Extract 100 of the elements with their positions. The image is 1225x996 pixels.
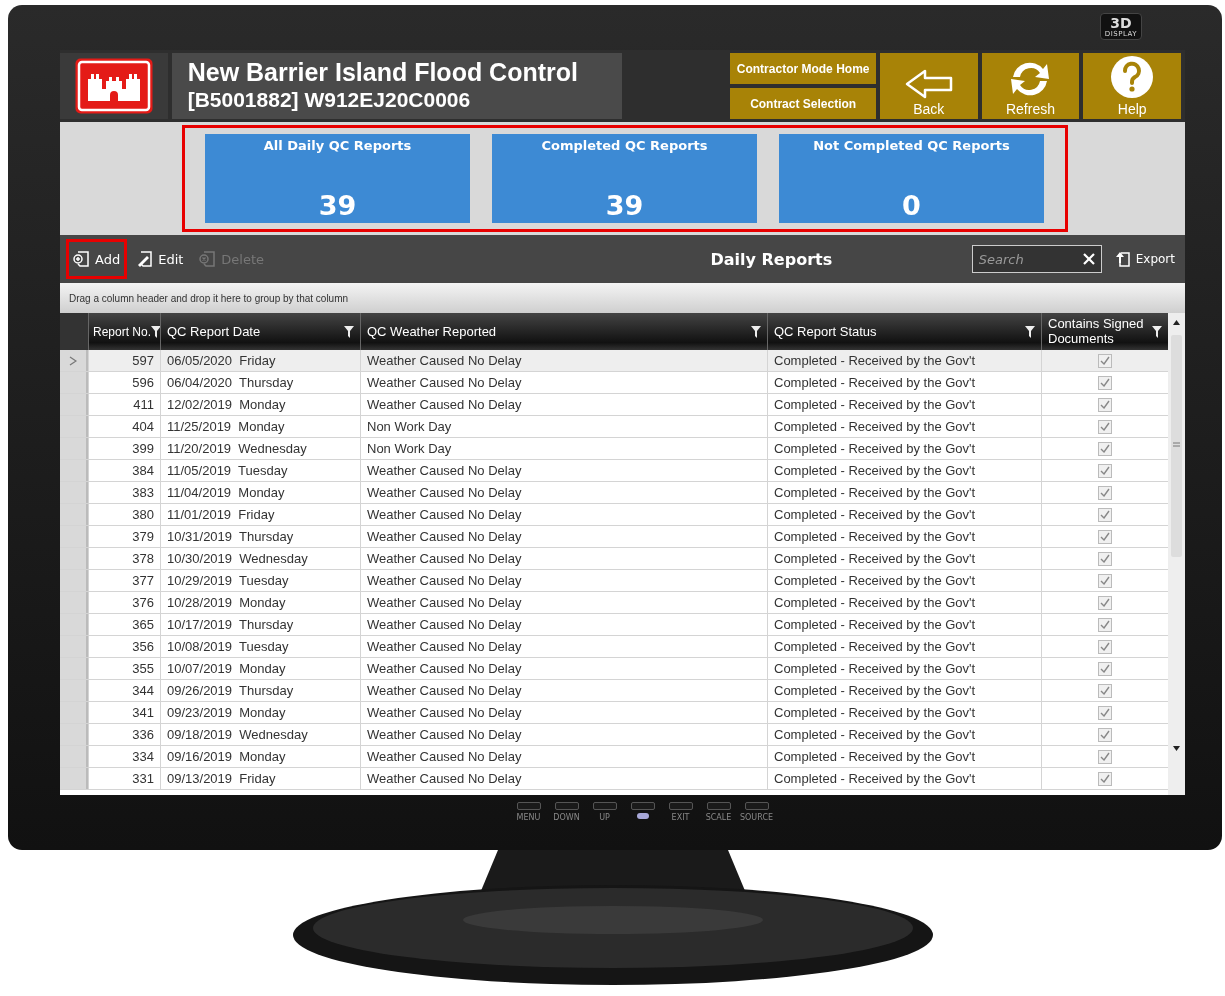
- table-cell: Weather Caused No Delay: [360, 636, 767, 657]
- scrollbar[interactable]: [1168, 313, 1185, 795]
- table-cell: Weather Caused No Delay: [360, 394, 767, 415]
- help-button[interactable]: Help: [1083, 53, 1182, 119]
- filter-icon[interactable]: [151, 325, 162, 338]
- summary-card[interactable]: All Daily QC Reports 39: [205, 134, 470, 223]
- table-cell: 11/01/2019 Friday: [160, 504, 360, 525]
- table-cell: 12/02/2019 Monday: [160, 394, 360, 415]
- table-cell: 341: [88, 702, 160, 723]
- table-row[interactable]: 383 11/04/2019 Monday Weather Caused No Delay Completed - Received by the Gov't: [60, 482, 1168, 504]
- table-cell: Completed - Received by the Gov't: [767, 526, 1041, 547]
- monitor-button[interactable]: [592, 802, 617, 810]
- monitor-button[interactable]: [706, 802, 731, 810]
- table-cell: 379: [88, 526, 160, 547]
- export-button[interactable]: Export: [1113, 250, 1175, 268]
- table-cell: 11/25/2019 Monday: [160, 416, 360, 437]
- document-plus-icon: [73, 250, 91, 268]
- table-row[interactable]: 597 06/05/2020 Friday Weather Caused No Delay Completed - Received by the Gov't: [60, 350, 1168, 372]
- table-cell: 377: [88, 570, 160, 591]
- table-row[interactable]: 331 09/13/2019 Friday Weather Caused No Delay Completed - Received by the Gov't: [60, 768, 1168, 790]
- table-row[interactable]: 376 10/28/2019 Monday Weather Caused No Delay Completed - Received by the Gov't: [60, 592, 1168, 614]
- table-row[interactable]: 411 12/02/2019 Monday Weather Caused No Delay Completed - Received by the Gov't: [60, 394, 1168, 416]
- table-cell: Weather Caused No Delay: [360, 526, 767, 547]
- back-button[interactable]: Back: [879, 53, 978, 119]
- table-cell: Completed - Received by the Gov't: [767, 482, 1041, 503]
- button-label: EXIT: [671, 813, 690, 822]
- filter-icon[interactable]: [1152, 325, 1162, 338]
- table-row[interactable]: 380 11/01/2019 Friday Weather Caused No Delay Completed - Received by the Gov't: [60, 504, 1168, 526]
- table-cell: Weather Caused No Delay: [360, 746, 767, 767]
- table-cell: Weather Caused No Delay: [360, 504, 767, 525]
- row-indicator: [60, 394, 88, 415]
- table-row[interactable]: 399 11/20/2019 Wednesday Non Work Day Completed - Received by the Gov't: [60, 438, 1168, 460]
- table-row[interactable]: 365 10/17/2019 Thursday Weather Caused No Delay Completed - Received by the Gov't: [60, 614, 1168, 636]
- row-indicator: [60, 482, 88, 503]
- power-light: [636, 813, 649, 819]
- table-row[interactable]: 404 11/25/2019 Monday Non Work Day Completed - Received by the Gov't: [60, 416, 1168, 438]
- filter-icon[interactable]: [344, 325, 354, 338]
- table-row[interactable]: 341 09/23/2019 Monday Weather Caused No Delay Completed - Received by the Gov't: [60, 702, 1168, 724]
- clear-icon[interactable]: [1082, 253, 1095, 265]
- nav-button[interactable]: Contract Selection: [730, 88, 876, 119]
- button-label: DOWN: [553, 813, 580, 822]
- table-row[interactable]: 336 09/18/2019 Wednesday Weather Caused No Delay Completed - Received by the Gov't: [60, 724, 1168, 746]
- table-row[interactable]: 379 10/31/2019 Thursday Weather Caused No Delay Completed - Received by the Gov't: [60, 526, 1168, 548]
- monitor-button[interactable]: [744, 802, 769, 810]
- table-cell: 11/05/2019 Tuesday: [160, 460, 360, 481]
- table-row[interactable]: 384 11/05/2019 Tuesday Weather Caused No Delay Completed - Received by the Gov't: [60, 460, 1168, 482]
- table-row[interactable]: 334 09/16/2019 Monday Weather Caused No Delay Completed - Received by the Gov't: [60, 746, 1168, 768]
- table-cell: Completed - Received by the Gov't: [767, 614, 1041, 635]
- table-cell: 10/28/2019 Monday: [160, 592, 360, 613]
- monitor-button[interactable]: [516, 802, 541, 810]
- filter-icon[interactable]: [1025, 325, 1035, 338]
- row-indicator: [60, 504, 88, 525]
- table-cell: 11/04/2019 Monday: [160, 482, 360, 503]
- table-cell: Weather Caused No Delay: [360, 614, 767, 635]
- summary-card[interactable]: Not Completed QC Reports 0: [779, 134, 1044, 223]
- nav-button[interactable]: Contractor Mode Home: [730, 53, 876, 84]
- row-indicator: [60, 680, 88, 701]
- table-cell: 596: [88, 372, 160, 393]
- refresh-button[interactable]: Refresh: [981, 53, 1080, 119]
- row-indicator: [60, 416, 88, 437]
- table-cell: 10/31/2019 Thursday: [160, 526, 360, 547]
- summary-card[interactable]: Completed QC Reports 39: [492, 134, 757, 223]
- table-row[interactable]: 356 10/08/2019 Tuesday Weather Caused No Delay Completed - Received by the Gov't: [60, 636, 1168, 658]
- table-cell: Completed - Received by the Gov't: [767, 680, 1041, 701]
- power-button[interactable]: [630, 802, 655, 810]
- table-cell: Completed - Received by the Gov't: [767, 504, 1041, 525]
- table-cell: 355: [88, 658, 160, 679]
- row-indicator: [60, 548, 88, 569]
- table-row[interactable]: 596 06/04/2020 Thursday Weather Caused No Delay Completed - Received by the Gov't: [60, 372, 1168, 394]
- table-cell: Weather Caused No Delay: [360, 350, 767, 371]
- card-count: 39: [318, 190, 357, 221]
- table-cell: 09/16/2019 Monday: [160, 746, 360, 767]
- table-cell: Completed - Received by the Gov't: [767, 350, 1041, 371]
- table-row[interactable]: 355 10/07/2019 Monday Weather Caused No Delay Completed - Received by the Gov't: [60, 658, 1168, 680]
- monitor-button[interactable]: [668, 802, 693, 810]
- row-indicator: [60, 372, 88, 393]
- table-cell: 383: [88, 482, 160, 503]
- add-button[interactable]: Add: [66, 239, 128, 279]
- table-cell: Weather Caused No Delay: [360, 658, 767, 679]
- search-field[interactable]: Search: [971, 245, 1102, 273]
- table-row[interactable]: 377 10/29/2019 Tuesday Weather Caused No Delay Completed - Received by the Gov't: [60, 570, 1168, 592]
- table-cell: Completed - Received by the Gov't: [767, 416, 1041, 437]
- button-label: SOURCE: [740, 813, 773, 822]
- card-count: 0: [902, 190, 921, 221]
- table-cell: 597: [88, 350, 160, 371]
- card-count: 39: [605, 190, 644, 221]
- row-indicator: [60, 768, 88, 789]
- table-cell: 06/04/2020 Thursday: [160, 372, 360, 393]
- edit-button[interactable]: Edit: [129, 239, 191, 279]
- filter-icon[interactable]: [751, 325, 761, 338]
- card-label: Not Completed QC Reports: [813, 138, 1010, 153]
- table-row[interactable]: 378 10/30/2019 Wednesday Weather Caused No Delay Completed - Received by the Gov't: [60, 548, 1168, 570]
- table-row[interactable]: 344 09/26/2019 Thursday Weather Caused No Delay Completed - Received by the Gov't: [60, 680, 1168, 702]
- table-cell: 411: [88, 394, 160, 415]
- table-cell: Weather Caused No Delay: [360, 372, 767, 393]
- table-cell: Weather Caused No Delay: [360, 570, 767, 591]
- table-cell: 344: [88, 680, 160, 701]
- table-cell: 378: [88, 548, 160, 569]
- row-indicator: [60, 460, 88, 481]
- monitor-button[interactable]: [554, 802, 579, 810]
